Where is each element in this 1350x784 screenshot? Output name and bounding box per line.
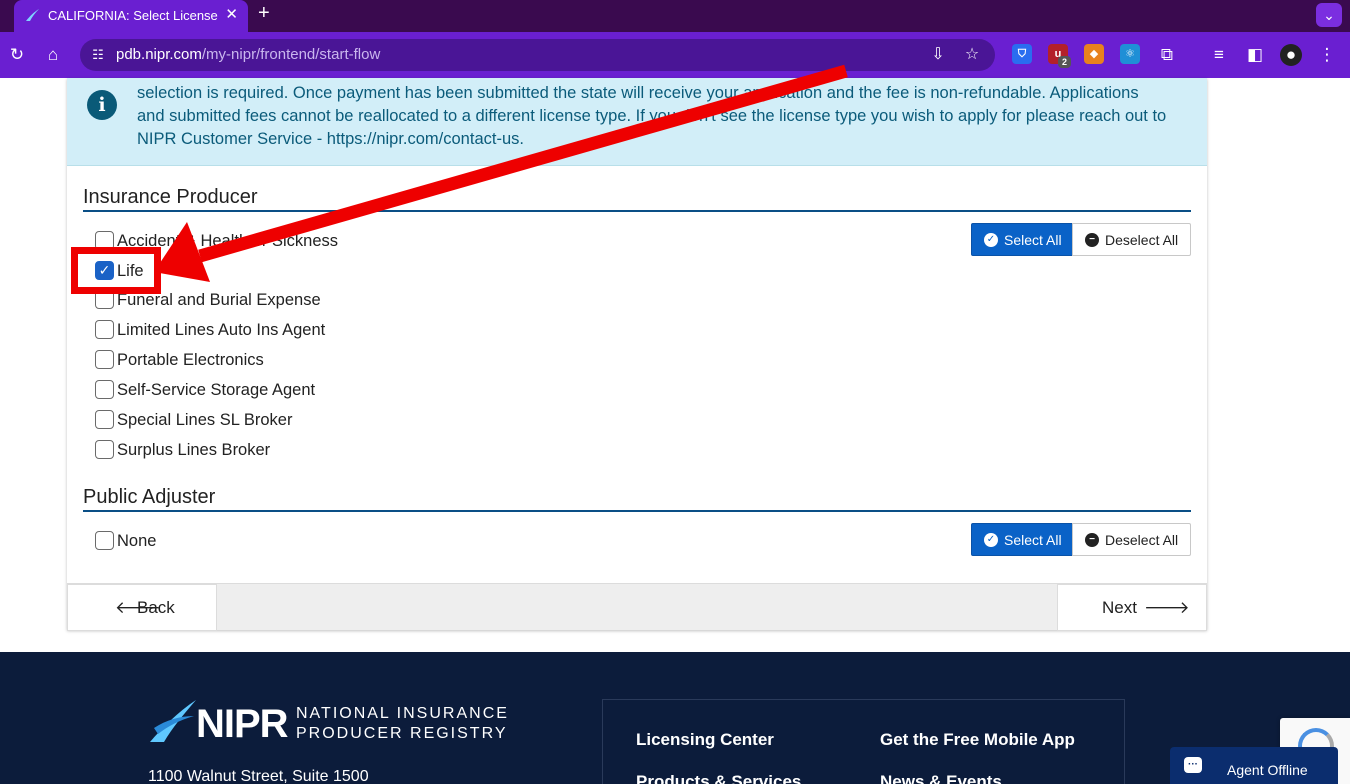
- minus-circle-icon: −: [1085, 533, 1099, 547]
- bitwarden-extension-icon[interactable]: ⛉: [1012, 44, 1032, 64]
- producer-deselect-all-button[interactable]: − Deselect All: [1072, 223, 1191, 256]
- adjuster-deselect-all-button[interactable]: − Deselect All: [1072, 523, 1191, 556]
- chat-widget[interactable]: ··· Agent Offline: [1170, 747, 1338, 784]
- profile-avatar[interactable]: ●: [1280, 44, 1302, 66]
- reload-icon[interactable]: ↻: [6, 44, 28, 66]
- chat-bubble-icon: ···: [1184, 757, 1202, 773]
- metamask-extension-icon[interactable]: ◆: [1084, 44, 1104, 64]
- next-button[interactable]: Next 🡒: [1057, 584, 1207, 631]
- check-circle-icon: ✓: [984, 533, 998, 547]
- extensions-puzzle-icon[interactable]: ⧉: [1156, 44, 1178, 66]
- browser-tab[interactable]: CALIFORNIA: Select Licenses ✕: [14, 0, 248, 32]
- nipr-favicon-icon: [26, 9, 39, 21]
- section-title-public-adjuster: Public Adjuster: [83, 486, 216, 508]
- side-panel-icon[interactable]: ◧: [1244, 44, 1266, 66]
- checkbox[interactable]: [95, 380, 114, 399]
- reading-list-icon[interactable]: ≡: [1208, 44, 1230, 66]
- browser-tabbar: CALIFORNIA: Select Licenses ✕ + ⌄: [0, 0, 1350, 32]
- notice-text: selection is required. Once payment has …: [137, 84, 1167, 148]
- footer-link-news-events[interactable]: News & Events: [880, 772, 1002, 784]
- checkbox[interactable]: [95, 320, 114, 339]
- install-app-icon[interactable]: ⇩: [928, 45, 948, 65]
- tab-search-chevron-icon[interactable]: ⌄: [1316, 3, 1342, 27]
- browser-toolbar: ↻ ⌂ ☷ pdb.nipr.com/my-nipr/frontend/star…: [0, 32, 1350, 78]
- close-tab-icon[interactable]: ✕: [225, 5, 238, 23]
- section-divider: [83, 510, 1191, 512]
- checkbox[interactable]: [95, 350, 114, 369]
- tab-title: CALIFORNIA: Select Licenses: [48, 8, 218, 23]
- extension-badge: 2: [1058, 56, 1071, 68]
- footer-link-products-services[interactable]: Products & Services: [636, 772, 801, 784]
- back-button[interactable]: 🡐 Back: [67, 584, 217, 631]
- producer-select-all-button[interactable]: ✓ Select All: [971, 223, 1073, 256]
- adjuster-select-all-button[interactable]: ✓ Select All: [971, 523, 1073, 556]
- nipr-logo-swoosh-icon: [150, 700, 196, 742]
- new-tab-button[interactable]: +: [258, 2, 270, 25]
- section-divider: [83, 210, 1191, 212]
- section-title-insurance-producer: Insurance Producer: [83, 186, 258, 208]
- info-notice: i selection is required. Once payment ha…: [67, 78, 1207, 166]
- checkbox[interactable]: [95, 440, 114, 459]
- footer-link-mobile-app[interactable]: Get the Free Mobile App: [880, 730, 1075, 750]
- wizard-nav-bar: 🡐 Back Next 🡒: [67, 583, 1207, 631]
- home-icon[interactable]: ⌂: [42, 44, 64, 66]
- minus-circle-icon: −: [1085, 233, 1099, 247]
- site-settings-icon[interactable]: ☷: [88, 45, 108, 65]
- footer-link-licensing-center[interactable]: Licensing Center: [636, 730, 774, 750]
- site-footer: NIPR NATIONAL INSURANCE PRODUCER REGISTRY…: [0, 652, 1350, 784]
- check-circle-icon: ✓: [984, 233, 998, 247]
- nipr-logo[interactable]: NIPR NATIONAL INSURANCE PRODUCER REGISTRY: [148, 698, 507, 748]
- license-selection-card: i selection is required. Once payment ha…: [67, 78, 1207, 631]
- react-devtools-icon[interactable]: ⚛: [1120, 44, 1140, 64]
- url-text: pdb.nipr.com/my-nipr/frontend/start-flow: [116, 46, 381, 63]
- footer-links: Licensing Center Get the Free Mobile App…: [602, 699, 1125, 784]
- info-icon: i: [87, 90, 117, 120]
- adjuster-select-buttons: ✓ Select All − Deselect All: [971, 523, 1191, 556]
- producer-select-buttons: ✓ Select All − Deselect All: [971, 223, 1191, 256]
- arrow-right-icon: 🡒: [1144, 598, 1190, 617]
- registry-name: NATIONAL INSURANCE PRODUCER REGISTRY: [296, 705, 509, 742]
- footer-address: 1100 Walnut Street, Suite 1500: [148, 768, 369, 784]
- address-bar[interactable]: ☷ pdb.nipr.com/my-nipr/frontend/start-fl…: [80, 39, 995, 71]
- annotation-highlight-box: [71, 247, 161, 294]
- checkbox[interactable]: [95, 531, 114, 550]
- bookmark-star-icon[interactable]: ☆: [962, 45, 982, 65]
- browser-menu-icon[interactable]: ⋮: [1316, 44, 1338, 66]
- checkbox[interactable]: [95, 410, 114, 429]
